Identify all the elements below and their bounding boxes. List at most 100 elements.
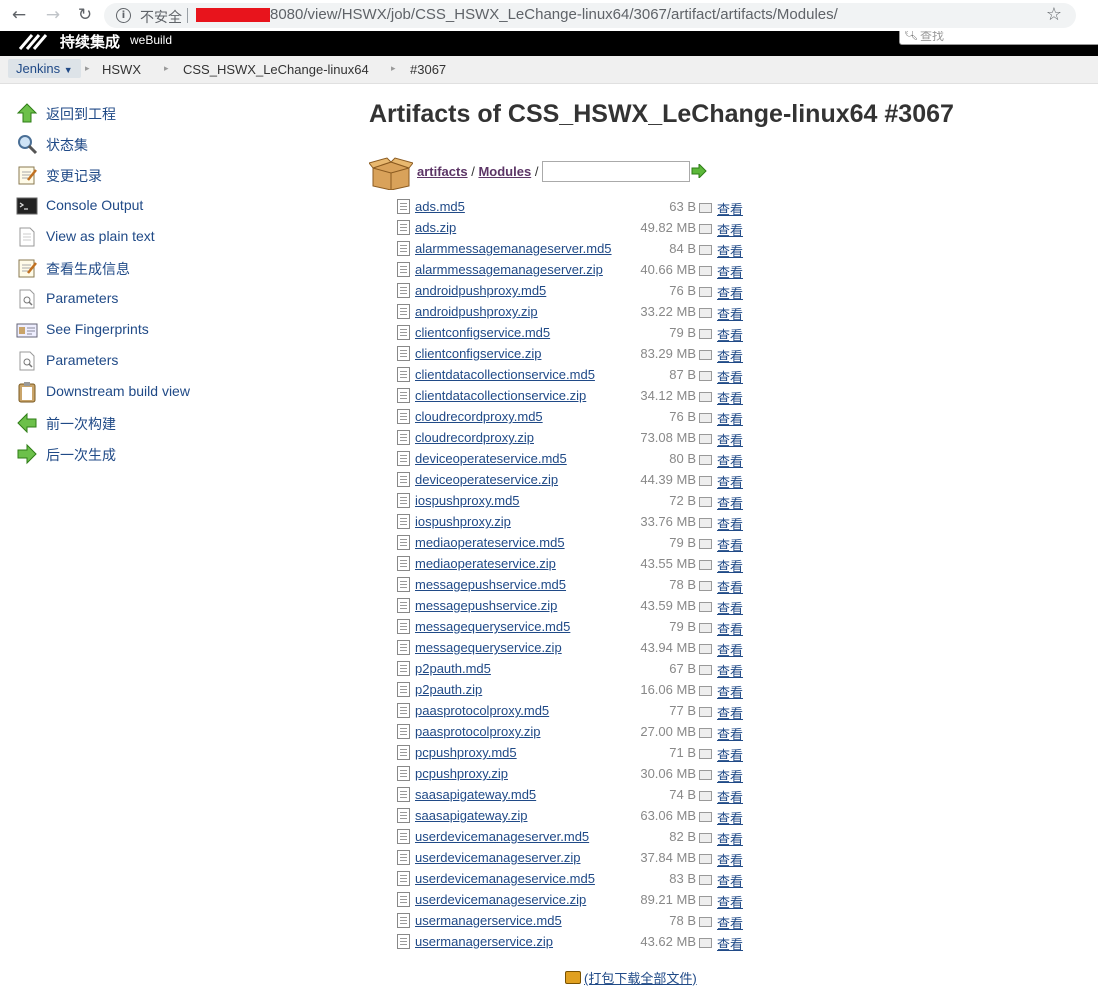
- view-link[interactable]: 查看: [717, 346, 743, 365]
- view-link[interactable]: 查看: [717, 808, 743, 827]
- file-link[interactable]: mediaoperateservice.zip: [415, 556, 556, 571]
- reload-icon[interactable]: ↻: [74, 4, 96, 26]
- view-icon[interactable]: [699, 644, 712, 654]
- view-icon[interactable]: [699, 917, 712, 927]
- file-link[interactable]: iospushproxy.md5: [415, 493, 520, 508]
- side-task[interactable]: Console Output: [16, 193, 346, 224]
- view-icon[interactable]: [699, 560, 712, 570]
- side-task-label[interactable]: Parameters: [46, 290, 118, 306]
- view-link[interactable]: 查看: [717, 556, 743, 575]
- breadcrumb-build[interactable]: #3067: [410, 62, 446, 77]
- info-icon[interactable]: i: [116, 8, 131, 23]
- view-link[interactable]: 查看: [717, 829, 743, 848]
- view-icon[interactable]: [699, 392, 712, 402]
- file-link[interactable]: clientconfigservice.zip: [415, 346, 541, 361]
- view-icon[interactable]: [699, 602, 712, 612]
- side-task[interactable]: 变更记录: [16, 162, 346, 193]
- view-link[interactable]: 查看: [717, 472, 743, 491]
- view-link[interactable]: 查看: [717, 409, 743, 428]
- view-link[interactable]: 查看: [717, 850, 743, 869]
- side-task-label[interactable]: See Fingerprints: [46, 321, 149, 337]
- view-icon[interactable]: [699, 791, 712, 801]
- view-link[interactable]: 查看: [717, 661, 743, 680]
- side-task-label[interactable]: Parameters: [46, 352, 118, 368]
- file-link[interactable]: ads.zip: [415, 220, 456, 235]
- side-task[interactable]: 前一次构建: [16, 410, 346, 441]
- view-icon[interactable]: [699, 854, 712, 864]
- view-link[interactable]: 查看: [717, 388, 743, 407]
- view-icon[interactable]: [699, 224, 712, 234]
- side-task[interactable]: 查看生成信息: [16, 255, 346, 286]
- view-link[interactable]: 查看: [717, 598, 743, 617]
- view-icon[interactable]: [699, 413, 712, 423]
- view-icon[interactable]: [699, 686, 712, 696]
- back-arrow-icon[interactable]: ←: [8, 4, 30, 26]
- view-icon[interactable]: [699, 434, 712, 444]
- file-link[interactable]: clientdatacollectionservice.zip: [415, 388, 586, 403]
- file-link[interactable]: userdevicemanageservice.md5: [415, 871, 595, 886]
- view-link[interactable]: 查看: [717, 514, 743, 533]
- view-icon[interactable]: [699, 938, 712, 948]
- file-link[interactable]: messagequeryservice.md5: [415, 619, 570, 634]
- file-link[interactable]: paasprotocolproxy.zip: [415, 724, 541, 739]
- view-icon[interactable]: [699, 770, 712, 780]
- file-link[interactable]: cloudrecordproxy.zip: [415, 430, 534, 445]
- view-icon[interactable]: [699, 245, 712, 255]
- view-icon[interactable]: [699, 203, 712, 213]
- view-icon[interactable]: [699, 539, 712, 549]
- search-input[interactable]: 🔍︎ 查找: [899, 31, 1098, 45]
- file-link[interactable]: deviceoperateservice.md5: [415, 451, 567, 466]
- file-link[interactable]: messagepushservice.md5: [415, 577, 566, 592]
- view-icon[interactable]: [699, 707, 712, 717]
- file-link[interactable]: saasapigateway.md5: [415, 787, 536, 802]
- view-icon[interactable]: [699, 371, 712, 381]
- view-icon[interactable]: [699, 896, 712, 906]
- file-link[interactable]: userdevicemanageserver.md5: [415, 829, 589, 844]
- view-icon[interactable]: [699, 623, 712, 633]
- file-link[interactable]: messagequeryservice.zip: [415, 640, 562, 655]
- view-icon[interactable]: [699, 665, 712, 675]
- view-link[interactable]: 查看: [717, 703, 743, 722]
- side-task-label[interactable]: View as plain text: [46, 228, 155, 244]
- breadcrumb-hswx[interactable]: HSWX: [102, 62, 141, 77]
- view-link[interactable]: 查看: [717, 430, 743, 449]
- side-task[interactable]: 返回到工程: [16, 100, 346, 131]
- view-icon[interactable]: [699, 266, 712, 276]
- side-task-label[interactable]: 状态集: [46, 135, 88, 155]
- side-task[interactable]: Parameters: [16, 286, 346, 317]
- side-task-label[interactable]: Downstream build view: [46, 383, 190, 399]
- file-link[interactable]: userdevicemanageservice.zip: [415, 892, 586, 907]
- url-text[interactable]: 8080/view/HSWX/job/CSS_HSWX_LeChange-lin…: [270, 6, 838, 23]
- view-link[interactable]: 查看: [717, 283, 743, 302]
- file-link[interactable]: usermanagerservice.md5: [415, 913, 562, 928]
- file-link[interactable]: alarmmessagemanageserver.md5: [415, 241, 612, 256]
- download-all-label[interactable]: (打包下载全部文件): [584, 971, 697, 986]
- view-icon[interactable]: [699, 476, 712, 486]
- view-link[interactable]: 查看: [717, 766, 743, 785]
- view-link[interactable]: 查看: [717, 682, 743, 701]
- file-link[interactable]: usermanagerservice.zip: [415, 934, 553, 949]
- side-task-label[interactable]: 返回到工程: [46, 104, 116, 124]
- view-link[interactable]: 查看: [717, 325, 743, 344]
- file-link[interactable]: androidpushproxy.md5: [415, 283, 546, 298]
- file-link[interactable]: p2pauth.md5: [415, 661, 491, 676]
- file-link[interactable]: cloudrecordproxy.md5: [415, 409, 543, 424]
- view-icon[interactable]: [699, 728, 712, 738]
- side-task-label[interactable]: 后一次生成: [46, 445, 116, 465]
- view-icon[interactable]: [699, 812, 712, 822]
- view-icon[interactable]: [699, 833, 712, 843]
- view-link[interactable]: 查看: [717, 913, 743, 932]
- view-link[interactable]: 查看: [717, 367, 743, 386]
- file-link[interactable]: pcpushproxy.zip: [415, 766, 508, 781]
- side-task[interactable]: 状态集: [16, 131, 346, 162]
- file-link[interactable]: alarmmessagemanageserver.zip: [415, 262, 603, 277]
- file-link[interactable]: clientconfigservice.md5: [415, 325, 550, 340]
- side-task[interactable]: See Fingerprints: [16, 317, 346, 348]
- side-task-label[interactable]: Console Output: [46, 197, 143, 213]
- side-task-label[interactable]: 变更记录: [46, 166, 102, 186]
- path-input[interactable]: [542, 161, 690, 182]
- path-artifacts-link[interactable]: artifacts: [417, 164, 468, 179]
- side-task[interactable]: Parameters: [16, 348, 346, 379]
- file-link[interactable]: androidpushproxy.zip: [415, 304, 538, 319]
- view-link[interactable]: 查看: [717, 493, 743, 512]
